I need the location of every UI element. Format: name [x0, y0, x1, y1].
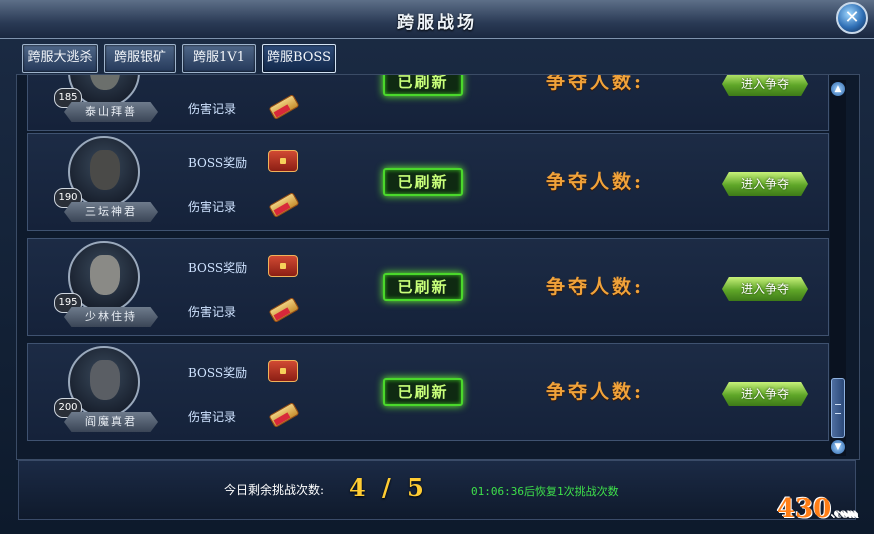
boss-reward-label: BOSS奖励 [188, 261, 248, 275]
damage-record-label: 伤害记录 [188, 305, 237, 319]
damage-record-label: 伤害记录 [188, 410, 237, 424]
remaining-challenges-value: 4 / 5 [349, 473, 428, 502]
damage-record-scroll-icon[interactable] [268, 401, 300, 429]
treasure-chest-icon[interactable] [268, 360, 298, 382]
boss-name: 阎魔真君 [64, 412, 158, 432]
boss-row: 185 泰山拜善 伤害记录 已刷新 争夺人数: 进入争夺 [27, 74, 829, 131]
enter-contest-button[interactable]: 进入争夺 [722, 172, 808, 196]
cross-server-battlefield-window: 跨服战场 ✕ 跨服大逃杀 跨服银矿 跨服1V1 跨服BOSS 185 泰山拜善 … [0, 0, 874, 534]
recovery-timer-text: 01:06:36后恢复1次挑战次数 [471, 485, 619, 498]
scrollbar[interactable]: ▲ ▼ [830, 80, 846, 456]
refreshed-status: 已刷新 [383, 378, 463, 406]
close-icon[interactable]: ✕ [836, 2, 868, 34]
treasure-chest-icon[interactable] [268, 150, 298, 172]
scrollbar-thumb[interactable] [831, 378, 845, 438]
enter-contest-button[interactable]: 进入争夺 [722, 75, 808, 96]
boss-name: 少林住持 [64, 307, 158, 327]
boss-name: 泰山拜善 [64, 102, 158, 122]
damage-record-label: 伤害记录 [188, 200, 237, 214]
damage-record-scroll-icon[interactable] [268, 296, 300, 324]
damage-record-scroll-icon[interactable] [268, 93, 300, 121]
boss-row: 200 阎魔真君 BOSS奖励 伤害记录 已刷新 争夺人数: 进入争夺 [27, 343, 829, 441]
boss-reward-label: BOSS奖励 [188, 366, 248, 380]
tab-silver-mine[interactable]: 跨服银矿 [104, 44, 176, 73]
title-bar: 跨服战场 ✕ [0, 0, 874, 39]
tab-battle-royale[interactable]: 跨服大逃杀 [22, 44, 98, 73]
scroll-down-icon[interactable]: ▼ [831, 440, 845, 454]
site-watermark-logo: 430.com [776, 494, 858, 524]
refreshed-status: 已刷新 [383, 168, 463, 196]
refreshed-status: 已刷新 [383, 75, 463, 96]
damage-record-scroll-icon[interactable] [268, 191, 300, 219]
boss-name: 三坛神君 [64, 202, 158, 222]
boss-row: 195 少林住持 BOSS奖励 伤害记录 已刷新 争夺人数: 进入争夺 [27, 238, 829, 336]
window-title: 跨服战场 [397, 13, 477, 33]
contest-count-label: 争夺人数: [546, 74, 645, 93]
remaining-challenges-label: 今日剩余挑战次数: [224, 483, 325, 497]
refreshed-status: 已刷新 [383, 273, 463, 301]
scroll-up-icon[interactable]: ▲ [831, 82, 845, 96]
contest-count-label: 争夺人数: [546, 171, 645, 193]
boss-reward-label: BOSS奖励 [188, 156, 248, 170]
damage-record-label: 伤害记录 [188, 102, 237, 116]
tab-boss[interactable]: 跨服BOSS [262, 44, 336, 73]
contest-count-label: 争夺人数: [546, 276, 645, 298]
boss-list: 185 泰山拜善 伤害记录 已刷新 争夺人数: 进入争夺 190 三坛神君 BO… [16, 74, 860, 460]
tab-1v1[interactable]: 跨服1V1 [182, 44, 256, 73]
enter-contest-button[interactable]: 进入争夺 [722, 277, 808, 301]
contest-count-label: 争夺人数: [546, 381, 645, 403]
footer-bar: 今日剩余挑战次数: 4 / 5 01:06:36后恢复1次挑战次数 [18, 460, 856, 520]
enter-contest-button[interactable]: 进入争夺 [722, 382, 808, 406]
boss-row: 190 三坛神君 BOSS奖励 伤害记录 已刷新 争夺人数: 进入争夺 [27, 133, 829, 231]
treasure-chest-icon[interactable] [268, 255, 298, 277]
